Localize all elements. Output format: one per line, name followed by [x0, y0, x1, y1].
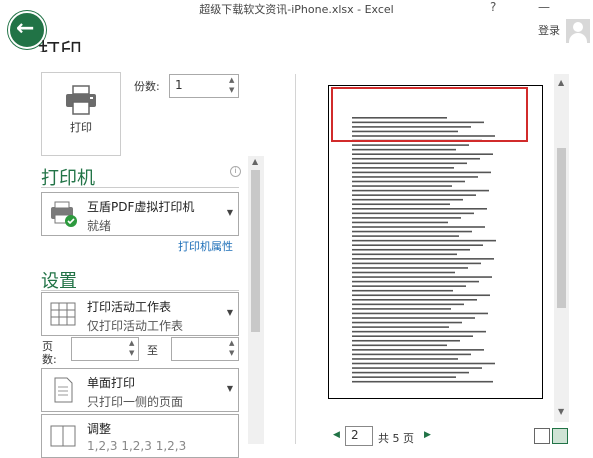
scroll-up-icon[interactable]: ▲	[252, 157, 258, 166]
scroll-down-icon[interactable]: ▼	[558, 407, 564, 416]
login-link[interactable]: 登录	[538, 22, 560, 38]
copies-stepper[interactable]: 1 ▲ ▼	[169, 74, 239, 98]
print-button[interactable]: 打印	[41, 72, 121, 156]
spin-down-icon[interactable]: ▼	[229, 349, 234, 357]
collate-title: 调整	[87, 422, 112, 436]
chevron-down-icon: ▼	[226, 384, 233, 393]
print-button-label: 打印	[70, 121, 92, 134]
next-page-icon[interactable]: ▶	[424, 430, 431, 440]
print-scope-title: 打印活动工作表	[87, 300, 172, 314]
help-button[interactable]: ?	[490, 0, 496, 14]
back-arrow-icon: ←	[16, 16, 35, 41]
divider	[41, 290, 239, 291]
collate-dropdown[interactable]: 调整 1,2,3 1,2,3 1,2,3	[41, 414, 239, 458]
highlight-box	[331, 87, 528, 142]
print-scope-subtitle: 仅打印活动工作表	[87, 319, 184, 333]
chevron-down-icon: ▼	[226, 308, 233, 317]
print-sides-subtitle: 只打印一侧的页面	[87, 395, 184, 409]
printer-icon	[66, 85, 96, 115]
copies-value: 1	[175, 78, 183, 92]
minimize-button[interactable]: —	[538, 0, 550, 14]
chevron-down-icon: ▼	[226, 208, 233, 217]
sheet-grid-icon	[50, 302, 76, 326]
printer-status: 就绪	[87, 219, 112, 233]
spin-down-icon[interactable]: ▼	[229, 86, 234, 94]
zoom-to-page-icon[interactable]	[552, 428, 568, 444]
collate-subtitle: 1,2,3 1,2,3 1,2,3	[87, 439, 187, 453]
pages-label: 页 数:	[42, 340, 57, 366]
current-page: 2	[351, 428, 359, 442]
page-title: 打印	[38, 34, 82, 52]
spin-up-icon[interactable]: ▲	[129, 339, 134, 347]
page-number-input[interactable]: 2	[345, 426, 373, 446]
print-sides-title: 单面打印	[87, 376, 136, 390]
pages-to-input[interactable]: ▲ ▼	[171, 337, 239, 361]
scrollbar-thumb[interactable]	[251, 170, 260, 332]
pages-to-spinner[interactable]: ▲ ▼	[226, 338, 238, 360]
printer-name: 互盾PDF虚拟打印机	[87, 200, 195, 214]
info-icon[interactable]: i	[230, 166, 241, 177]
preview-scrollbar[interactable]: ▲ ▼	[554, 74, 569, 422]
pages-from-spinner[interactable]: ▲ ▼	[126, 338, 138, 360]
pages-to-label: 至	[147, 344, 158, 357]
title-bar: 超级下载软文资讯-iPhone.xlsx - Excel ? —	[0, 0, 593, 18]
printer-properties-link[interactable]: 打印机属性	[178, 238, 233, 254]
copies-spinner[interactable]: ▲ ▼	[226, 75, 238, 97]
scrollbar-thumb[interactable]	[557, 148, 566, 308]
spin-up-icon[interactable]: ▲	[229, 76, 234, 84]
settings-scrollbar[interactable]: ▲	[248, 156, 264, 444]
printer-ready-icon	[51, 201, 77, 227]
previous-page-icon[interactable]: ◀	[333, 430, 340, 440]
collate-icon	[50, 425, 76, 447]
divider	[41, 187, 239, 188]
show-margins-icon[interactable]	[534, 428, 550, 444]
spin-down-icon[interactable]: ▼	[129, 349, 134, 357]
window-title: 超级下载软文资讯-iPhone.xlsx - Excel	[199, 3, 394, 16]
printer-dropdown[interactable]: 互盾PDF虚拟打印机 就绪 ▼	[41, 192, 239, 236]
print-sides-dropdown[interactable]: 单面打印 只打印一侧的页面 ▼	[41, 368, 239, 412]
print-scope-dropdown[interactable]: 打印活动工作表 仅打印活动工作表 ▼	[41, 292, 239, 336]
pages-from-input[interactable]: ▲ ▼	[71, 337, 139, 361]
one-sided-page-icon	[54, 377, 73, 403]
avatar[interactable]	[566, 19, 590, 43]
copies-label: 份数:	[134, 80, 160, 93]
scroll-up-icon[interactable]: ▲	[558, 78, 564, 87]
spin-up-icon[interactable]: ▲	[229, 339, 234, 347]
